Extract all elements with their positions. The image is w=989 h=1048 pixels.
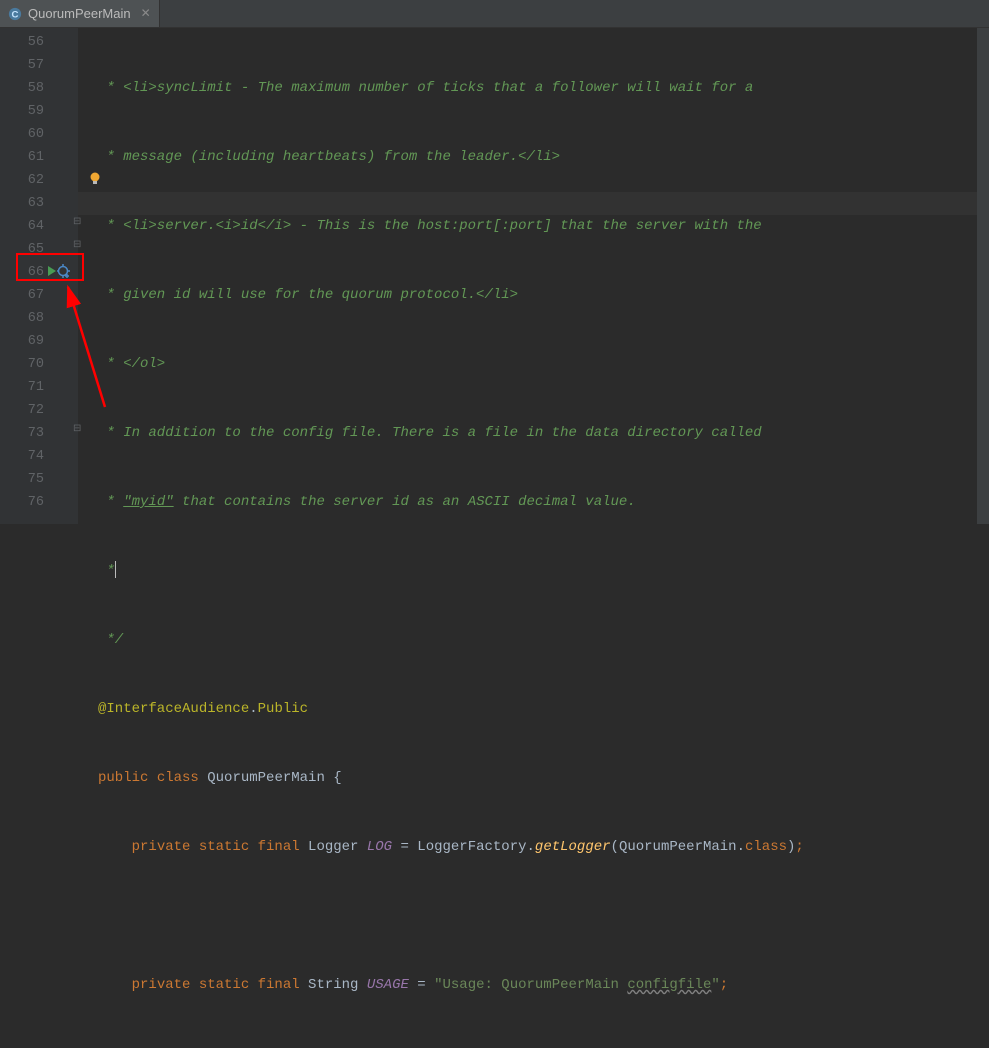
tab-label: QuorumPeerMain <box>28 6 131 21</box>
run-config-icon <box>57 264 71 278</box>
close-icon[interactable]: ✕ <box>141 6 151 21</box>
code-editor[interactable]: 5657585960616263646566676869707172737475… <box>0 28 989 524</box>
tab-quorumpeermain[interactable]: C QuorumPeerMain ✕ <box>0 0 160 27</box>
text-caret <box>115 561 116 578</box>
svg-text:C: C <box>12 9 19 20</box>
editor-tabs: C QuorumPeerMain ✕ <box>0 0 989 28</box>
play-icon <box>48 266 56 276</box>
line-numbers: 5657585960616263646566676869707172737475… <box>0 28 44 514</box>
run-gutter-icon[interactable] <box>48 264 71 278</box>
scrollbar[interactable] <box>977 28 989 524</box>
class-icon: C <box>8 7 22 21</box>
gutter: 5657585960616263646566676869707172737475… <box>0 28 78 524</box>
code-area[interactable]: * <li>syncLimit - The maximum number of … <box>78 28 989 524</box>
